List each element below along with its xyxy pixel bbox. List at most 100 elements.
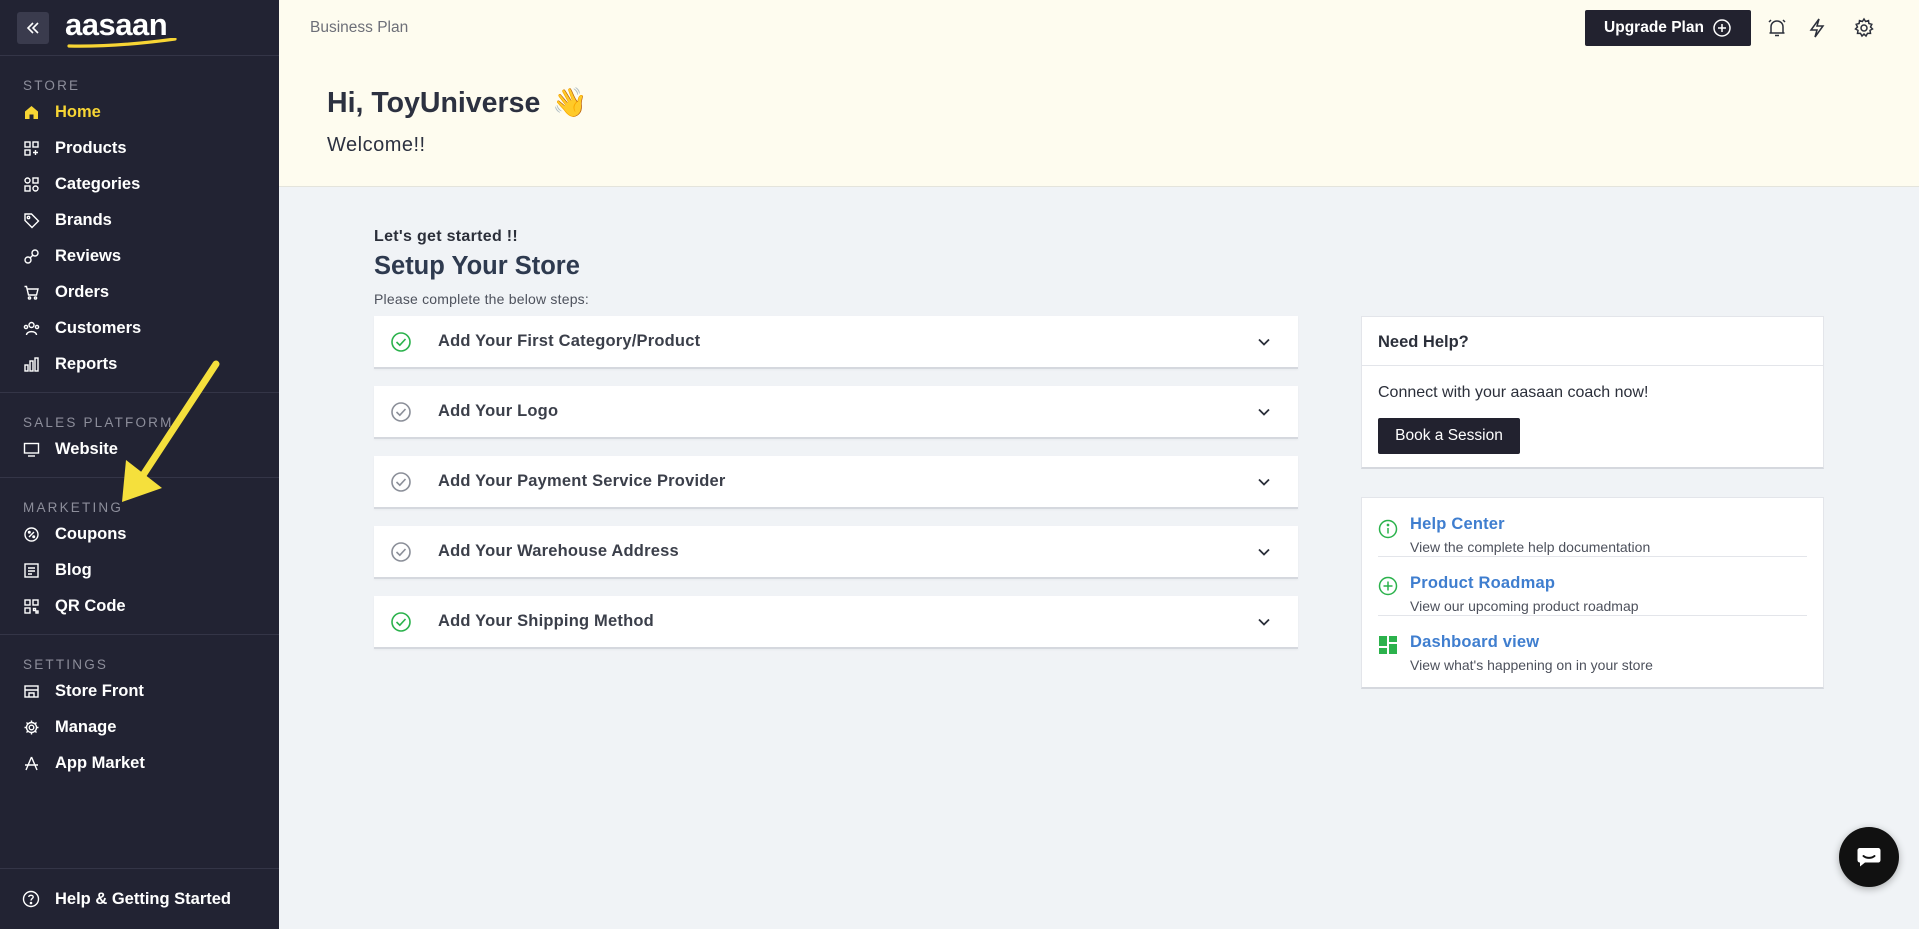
link-title[interactable]: Product Roadmap [1410, 574, 1555, 593]
setup-step-logo[interactable]: Add Your Logo [374, 386, 1298, 439]
collapse-sidebar-button[interactable] [17, 11, 49, 44]
setup-kicker: Let's get started !! [374, 228, 519, 245]
question-icon [22, 890, 40, 908]
need-help-text: Connect with your aasaan coach now! [1378, 384, 1649, 401]
greeting-heading: Hi, ToyUniverse 👋 [327, 86, 588, 120]
lightning-icon [1809, 18, 1825, 38]
chevron-down-icon [1258, 338, 1270, 346]
sidebar-item-customers[interactable]: Customers [0, 310, 279, 346]
check-circle-done-icon [391, 611, 411, 632]
sidebar-item-brands[interactable]: Brands [0, 202, 279, 238]
step-label: Add Your Logo [438, 402, 559, 420]
link-title[interactable]: Dashboard view [1410, 633, 1539, 652]
sidebar-item-label: Blog [55, 560, 92, 579]
qr-code-icon [22, 597, 40, 615]
logo[interactable]: aasaan [65, 6, 177, 48]
sidebar-item-blog[interactable]: Blog [0, 552, 279, 588]
bar-chart-icon [22, 355, 40, 373]
check-circle-pending-icon [391, 541, 411, 562]
step-label: Add Your Payment Service Provider [438, 472, 726, 490]
gear-icon [22, 718, 40, 736]
categories-icon [22, 175, 40, 193]
waving-hand-icon: 👋 [552, 87, 588, 119]
tag-icon [22, 211, 40, 229]
sidebar-item-home[interactable]: Home [0, 94, 279, 130]
sidebar-item-coupons[interactable]: Coupons [0, 516, 279, 552]
plan-name: Business Plan [310, 19, 409, 36]
sidebar-item-orders[interactable]: Orders [0, 274, 279, 310]
annotation-arrow-icon [122, 360, 220, 502]
notifications-button[interactable] [1765, 16, 1789, 40]
logo-swoosh-icon [67, 37, 177, 48]
sidebar-item-qr-code[interactable]: QR Code [0, 588, 279, 624]
settings-button[interactable] [1852, 16, 1876, 40]
setup-step-warehouse-address[interactable]: Add Your Warehouse Address [374, 526, 1298, 579]
dashboard-icon [1379, 636, 1397, 654]
upgrade-plan-button[interactable]: Upgrade Plan [1585, 10, 1751, 46]
sidebar-item-products[interactable]: Products [0, 130, 279, 166]
double-chevron-left-icon [26, 21, 39, 34]
sidebar-heading: SETTINGS [23, 657, 109, 672]
book-session-button[interactable]: Book a Session [1378, 418, 1520, 454]
sidebar-item-categories[interactable]: Categories [0, 166, 279, 202]
chevron-down-icon [1258, 478, 1270, 486]
step-label: Add Your Warehouse Address [438, 542, 679, 560]
welcome-text: Welcome!! [327, 134, 426, 156]
sidebar-section-store: STORE Home Products Categories Brands Re… [0, 56, 279, 393]
gear-icon [1854, 17, 1874, 38]
sidebar-header: aasaan [0, 0, 279, 56]
sidebar-item-label: Products [55, 138, 127, 157]
coupon-icon [22, 525, 40, 543]
chevron-down-icon [1258, 548, 1270, 556]
products-icon [22, 139, 40, 157]
logo-text: aasaan [65, 6, 168, 42]
chat-bubble-icon [1857, 848, 1881, 867]
blog-icon [22, 561, 40, 579]
link-description: View our upcoming product roadmap [1410, 598, 1639, 614]
product-roadmap-link[interactable]: Product Roadmap View our upcoming produc… [1378, 557, 1807, 616]
sidebar-item-label: App Market [55, 753, 145, 772]
setup-title: Setup Your Store [374, 252, 580, 280]
setup-step-category-product[interactable]: Add Your First Category/Product [374, 316, 1298, 369]
need-help-title: Need Help? [1362, 317, 1823, 366]
dashboard-view-link[interactable]: Dashboard view View what's happening on … [1378, 616, 1807, 675]
quick-actions-button[interactable] [1805, 16, 1829, 40]
plus-circle-icon [1713, 19, 1731, 37]
sidebar-item-label: Coupons [55, 524, 127, 543]
chevron-down-icon [1258, 408, 1270, 416]
chat-launcher-button[interactable] [1839, 827, 1899, 887]
sidebar-item-manage[interactable]: Manage [0, 709, 279, 745]
chevron-down-icon [1258, 618, 1270, 626]
sidebar-item-store-front[interactable]: Store Front [0, 673, 279, 709]
check-circle-pending-icon [391, 401, 411, 422]
sidebar-item-app-market[interactable]: App Market [0, 745, 279, 781]
setup-step-shipping-method[interactable]: Add Your Shipping Method [374, 596, 1298, 649]
sidebar-item-reviews[interactable]: Reviews [0, 238, 279, 274]
check-circle-done-icon [391, 331, 411, 352]
sidebar-item-help-getting-started[interactable]: Help & Getting Started [0, 868, 279, 929]
link-description: View the complete help documentation [1410, 539, 1651, 555]
check-circle-pending-icon [391, 471, 411, 492]
sidebar-section-settings: SETTINGS Store Front Manage App Market [0, 635, 279, 781]
sidebar-item-label: Orders [55, 282, 110, 301]
users-icon [22, 319, 40, 337]
step-label: Add Your First Category/Product [438, 332, 701, 350]
greeting-text: Hi, ToyUniverse [327, 86, 541, 119]
reviews-icon [22, 247, 40, 265]
storefront-icon [22, 682, 40, 700]
sidebar-item-label: Manage [55, 717, 117, 736]
setup-step-payment-provider[interactable]: Add Your Payment Service Provider [374, 456, 1298, 509]
step-label: Add Your Shipping Method [438, 612, 654, 630]
welcome-header: Business Plan Upgrade Plan Hi, ToyUniver… [279, 0, 1919, 187]
sidebar-item-label: Website [55, 439, 118, 458]
setup-subtitle: Please complete the below steps: [374, 291, 589, 307]
sidebar-item-label: Help & Getting Started [55, 889, 232, 908]
cart-icon [22, 283, 40, 301]
sidebar-item-label: QR Code [55, 596, 126, 615]
link-title[interactable]: Help Center [1410, 515, 1505, 534]
sidebar-item-label: Brands [55, 210, 112, 229]
home-icon [22, 103, 40, 121]
sidebar: aasaan STORE Home Products Categories Br… [0, 0, 279, 929]
help-center-link[interactable]: Help Center View the complete help docum… [1378, 498, 1807, 557]
sidebar-heading: STORE [23, 78, 81, 93]
